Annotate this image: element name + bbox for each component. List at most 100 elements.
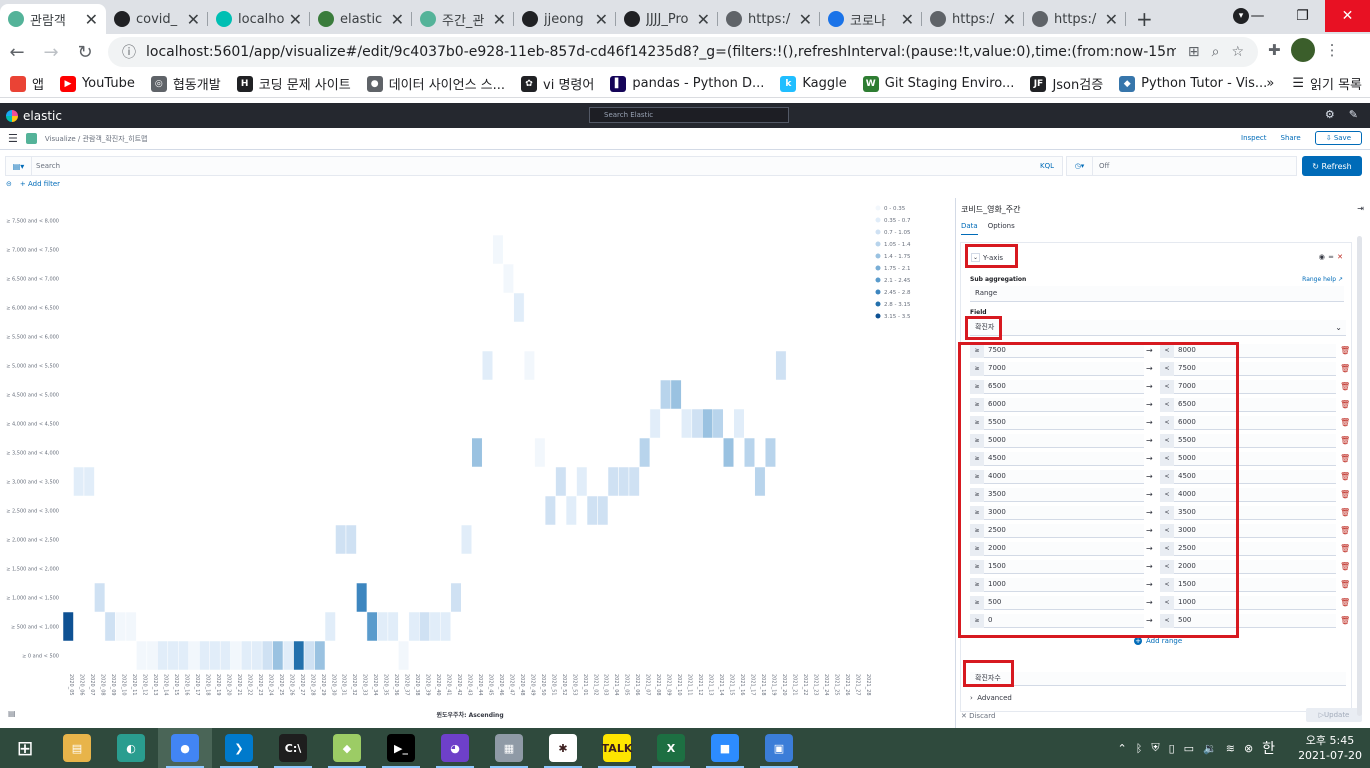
bookmark-item[interactable]: 앱 [10,74,44,93]
reading-list-icon[interactable]: ☰ [1292,76,1304,91]
taskbar-kakaotalk[interactable]: TALK [590,728,644,768]
tray-overflow-icon[interactable]: ⌃ [1117,742,1126,755]
news-icon[interactable]: ✎ [1349,108,1358,121]
tab-data[interactable]: Data [961,222,978,235]
network-drive-icon[interactable]: ▯ [1169,742,1175,755]
wifi-icon[interactable]: ≋ [1226,742,1235,755]
display-icon[interactable]: ▭ [1184,742,1194,755]
advanced-toggle[interactable]: › Advanced [970,694,1012,702]
refresh-button[interactable]: ↻ Refresh [1302,156,1362,176]
site-info-icon[interactable]: ⓘ [122,42,136,62]
trash-icon[interactable]: 🗑 [1340,596,1350,610]
bookmark-item[interactable]: ● 데이터 사이언스 스... [366,74,505,93]
taskbar-terminal[interactable]: C:\ [266,728,320,768]
taskbar-app-whale[interactable]: ◐ [104,728,158,768]
time-picker[interactable]: ◷▾ Off [1066,156,1297,176]
trash-icon[interactable]: 🗑 [1340,506,1350,520]
custom-label-input[interactable]: 확진자수 [970,672,1346,686]
trash-icon[interactable]: 🗑 [1340,542,1350,556]
browser-tab[interactable]: jjeong ✕ [514,4,616,34]
editor-scrollbar[interactable] [1357,236,1362,716]
trash-icon[interactable]: 🗑 [1340,434,1350,448]
address-bar[interactable]: ⓘ localhost:5601/app/visualize#/edit/9c4… [108,37,1258,67]
saved-query-icon[interactable]: ▤▾ [6,157,32,175]
tab-close-icon[interactable]: ✕ [187,10,200,29]
drag-handle-icon[interactable]: ═ [1329,253,1333,261]
add-range-button[interactable]: + Add range [1134,637,1182,645]
taskbar-vscode[interactable]: ❯ [212,728,266,768]
save-button[interactable]: ⇩ Save [1314,131,1362,145]
tab-options[interactable]: Options [988,222,1015,235]
clock[interactable]: 오후 5:45 2021-07-20 [1298,733,1362,763]
zoom-icon[interactable]: ⌕ [1212,44,1220,60]
tab-close-icon[interactable]: ✕ [289,10,302,29]
trash-icon[interactable]: 🗑 [1340,560,1350,574]
calendar-icon[interactable]: ◷▾ [1067,157,1093,175]
bookmark-item[interactable]: JF Json검증 [1030,74,1103,93]
tab-close-icon[interactable]: ✕ [799,10,812,29]
trash-icon[interactable]: 🗑 [1340,488,1350,502]
taskbar-slack[interactable]: ✱ [536,728,590,768]
browser-tab[interactable]: 관람객 ✕ [0,4,106,34]
tab-close-icon[interactable]: ✕ [391,10,404,29]
tab-close-icon[interactable]: ✕ [1003,10,1016,29]
browser-tab[interactable]: https:/ ✕ [1024,4,1126,34]
trash-icon[interactable]: 🗑 [1340,398,1350,412]
collapse-sidebar-icon[interactable]: ⇥ [1357,204,1364,213]
trash-icon[interactable]: 🗑 [1340,452,1350,466]
breadcrumb[interactable]: Visualize / 관람객_확진자_히트맵 [45,134,148,144]
security-icon[interactable]: ⛨ [1151,741,1159,755]
taskbar-file-explorer[interactable]: ▤ [50,728,104,768]
browser-tab[interactable]: 코로나 ✕ [820,4,922,34]
extensions-icon[interactable]: ✚ [1268,41,1281,59]
tab-close-icon[interactable]: ✕ [697,10,710,29]
help-icon[interactable]: ⚙ [1325,108,1335,121]
query-input[interactable]: ▤▾ Search KQL [5,156,1063,176]
trash-icon[interactable]: 🗑 [1340,614,1350,628]
trash-icon[interactable]: 🗑 [1340,578,1350,592]
close-window-button[interactable]: ✕ [1325,0,1370,32]
bookmark-item[interactable]: k Kaggle [780,74,847,93]
browser-tab[interactable]: https:/ ✕ [718,4,820,34]
tab-close-icon[interactable]: ✕ [901,10,914,29]
bookmark-item[interactable]: ◆ Python Tutor - Vis... [1119,74,1267,93]
sub-aggregation-select[interactable]: Range [970,286,1344,302]
share-link[interactable]: Share [1281,134,1301,142]
remove-icon[interactable]: ✕ [1337,253,1343,261]
tab-close-icon[interactable]: ✕ [493,10,506,29]
bookmark-item[interactable]: ▶ YouTube [59,74,135,93]
browser-tab[interactable]: covid_ ✕ [106,4,208,34]
restore-button[interactable]: ❐ [1280,0,1325,32]
trash-icon[interactable]: 🗑 [1340,524,1350,538]
update-button[interactable]: ▷ Update [1306,708,1362,722]
url-text[interactable]: localhost:5601/app/visualize#/edit/9c403… [146,44,1176,60]
browser-tab[interactable]: elastic ✕ [310,4,412,34]
elastic-search-input[interactable]: Search Elastic [589,107,789,123]
kql-toggle[interactable]: KQL [1040,162,1062,170]
eye-icon[interactable]: ◉ [1319,253,1325,261]
profile-avatar[interactable] [1290,38,1315,62]
start-button[interactable]: ⊞ [0,728,50,768]
browser-tab[interactable]: https:/ ✕ [922,4,1024,34]
discard-button[interactable]: ✕ Discard [961,712,995,720]
ime-indicator[interactable]: 한 [1262,738,1275,758]
browser-tab[interactable]: JJJJ_Pro ✕ [616,4,718,34]
tab-close-icon[interactable]: ✕ [595,10,608,29]
tab-close-icon[interactable]: ✕ [1105,10,1118,29]
filter-options-icon[interactable]: ⊝ [6,180,12,188]
taskbar-excel[interactable]: X [644,728,698,768]
trash-icon[interactable]: 🗑 [1340,416,1350,430]
trash-icon[interactable]: 🗑 [1340,344,1350,358]
taskbar-github-desktop[interactable]: ◕ [428,728,482,768]
bookmark-item[interactable]: ◎ 협동개발 [150,74,221,93]
trash-icon[interactable]: 🗑 [1340,470,1350,484]
translate-icon[interactable]: ⊞ [1188,44,1200,60]
taskbar-folder-app[interactable]: ◆ [320,728,374,768]
bookmark-star-icon[interactable]: ☆ [1231,44,1244,60]
reload-icon[interactable]: ↻ [68,42,102,63]
inspect-link[interactable]: Inspect [1241,134,1267,142]
menu-icon[interactable]: ☰ [8,132,18,145]
taskbar-chrome[interactable]: ● [158,728,212,768]
tab-search-button[interactable]: ▾ [1233,8,1249,24]
new-tab-button[interactable]: + [1126,4,1163,34]
